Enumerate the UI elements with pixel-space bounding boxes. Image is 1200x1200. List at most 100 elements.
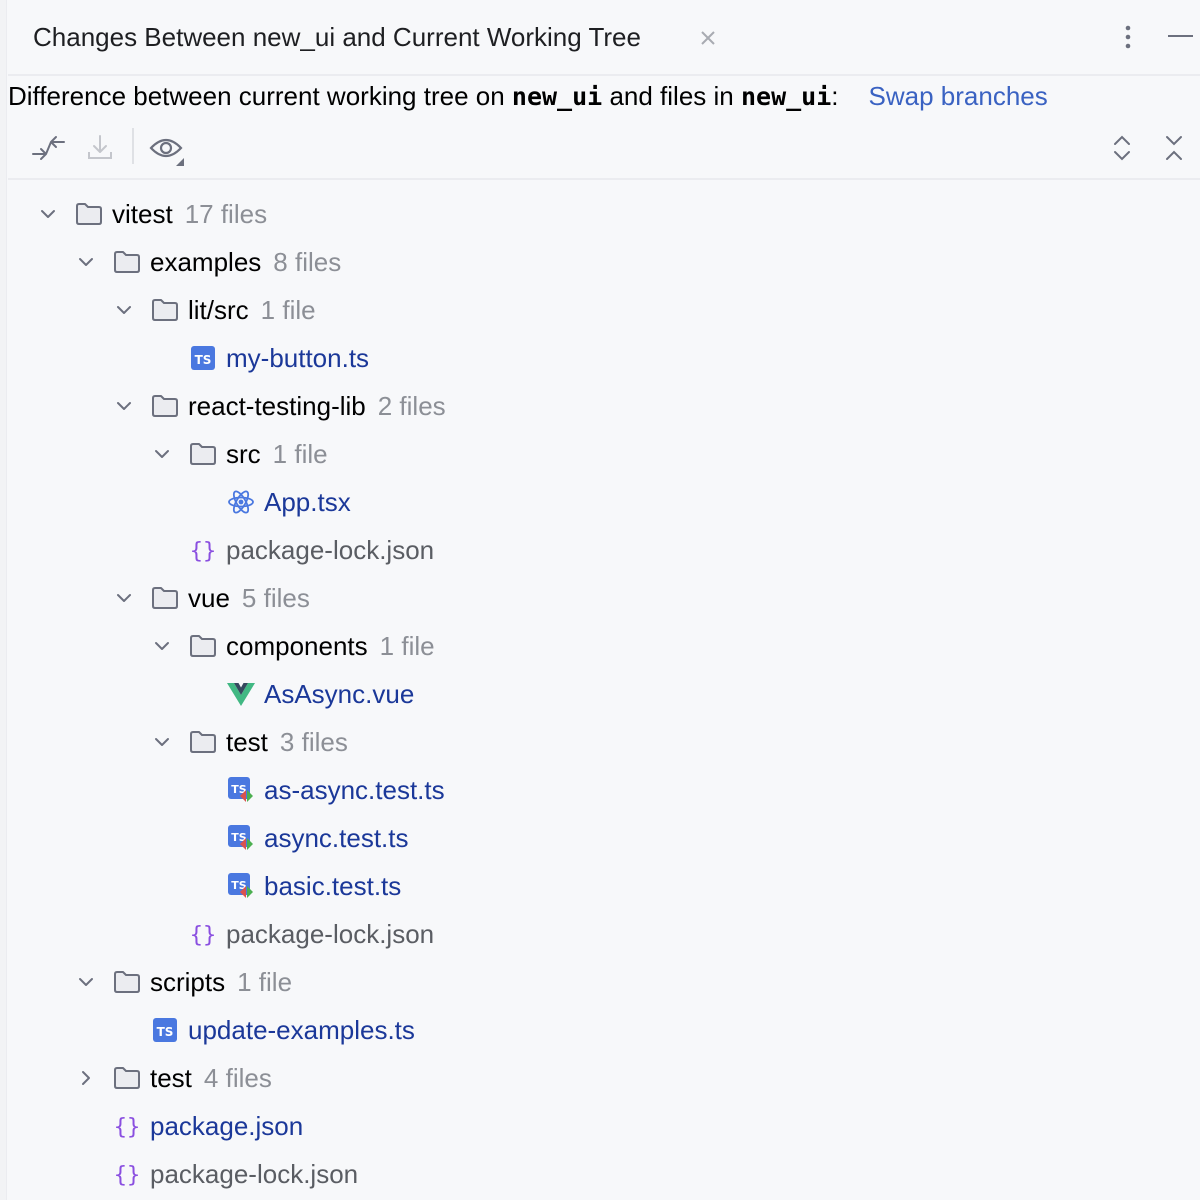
folder-name: src — [226, 438, 261, 469]
folder-name: test — [150, 1062, 192, 1093]
folder-icon — [150, 296, 180, 324]
file-name: App.tsx — [264, 486, 351, 517]
tree-folder-row[interactable]: src 1 file — [150, 430, 328, 478]
typescript-file-icon: TS — [150, 1016, 180, 1044]
chevron-down-icon[interactable] — [150, 730, 174, 754]
tree-file-row[interactable]: {} package-lock.json — [74, 1150, 358, 1198]
chevron-down-icon[interactable] — [74, 970, 98, 994]
tree-file-row[interactable]: TS update-examples.ts — [112, 1006, 415, 1054]
folder-name: examples — [150, 246, 262, 277]
collapse-all-icon[interactable] — [1154, 128, 1194, 168]
typescript-file-icon: TS — [188, 344, 218, 372]
file-name: basic.test.ts — [264, 870, 402, 901]
folder-name: scripts — [150, 966, 226, 997]
file-name: my-button.ts — [226, 342, 370, 373]
svg-text:{}: {} — [190, 539, 217, 564]
compare-arrows-icon[interactable] — [28, 128, 68, 168]
typescript-test-file-icon: TS — [226, 872, 256, 900]
typescript-test-file-icon: TS — [226, 824, 256, 852]
folder-icon — [112, 1064, 142, 1092]
svg-text:{}: {} — [114, 1163, 141, 1188]
toolbar-separator — [132, 128, 134, 164]
chevron-right-icon[interactable] — [74, 1066, 98, 1090]
toolbar — [8, 120, 1200, 180]
tree-folder-row[interactable]: test 3 files — [150, 718, 348, 766]
folder-icon — [112, 248, 142, 276]
chevron-down-icon[interactable] — [112, 298, 136, 322]
file-name: update-examples.ts — [188, 1014, 415, 1045]
folder-icon — [150, 392, 180, 420]
file-count: 4 files — [203, 1062, 272, 1093]
folder-icon — [112, 968, 142, 996]
svg-text:{}: {} — [114, 1115, 141, 1140]
file-name: as-async.test.ts — [264, 774, 445, 805]
tree-folder-row[interactable]: vitest 17 files — [36, 190, 267, 238]
tree-file-row[interactable]: TS basic.test.ts — [188, 862, 401, 910]
file-count: 17 files — [184, 198, 268, 229]
close-icon[interactable] — [696, 26, 720, 50]
tree-file-row[interactable]: TS async.test.ts — [188, 814, 409, 862]
tree-file-row[interactable]: {} package.json — [74, 1102, 303, 1150]
tree-file-row[interactable]: {} package-lock.json — [150, 910, 434, 958]
description-middle: and files in — [602, 81, 741, 111]
folder-icon — [188, 440, 218, 468]
file-count: 1 file — [260, 294, 316, 325]
svg-text:TS: TS — [195, 353, 212, 367]
eye-view-options-icon[interactable] — [146, 128, 186, 168]
file-count: 1 file — [237, 966, 293, 997]
folder-name: react-testing-lib — [188, 390, 366, 421]
tree-folder-row[interactable]: test 4 files — [74, 1054, 272, 1102]
file-name: package-lock.json — [226, 534, 435, 565]
file-count: 5 files — [241, 582, 310, 613]
chevron-down-icon[interactable] — [36, 202, 60, 226]
expand-all-icon[interactable] — [1102, 128, 1142, 168]
svg-text:{}: {} — [190, 923, 217, 948]
chevron-down-icon[interactable] — [150, 634, 174, 658]
comparison-description: Difference between current working tree … — [8, 81, 1048, 112]
folder-icon — [188, 632, 218, 660]
chevron-down-icon[interactable] — [112, 394, 136, 418]
tool-window-header: Changes Between new_ui and Current Worki… — [8, 0, 1200, 76]
chevron-down-icon[interactable] — [112, 586, 136, 610]
file-count: 1 file — [272, 438, 328, 469]
tree-folder-row[interactable]: examples 8 files — [74, 238, 341, 286]
file-name: AsAsync.vue — [264, 678, 415, 709]
download-icon[interactable] — [80, 128, 120, 168]
json-file-icon: {} — [112, 1112, 142, 1140]
chevron-down-icon[interactable] — [74, 250, 98, 274]
typescript-test-file-icon: TS — [226, 776, 256, 804]
tree-file-row[interactable]: {} package-lock.json — [150, 526, 434, 574]
file-count: 3 files — [279, 726, 348, 757]
tree-folder-row[interactable]: react-testing-lib 2 files — [112, 382, 446, 430]
folder-name: components — [226, 630, 368, 661]
tree-file-row[interactable]: TS my-button.ts — [150, 334, 369, 382]
tree-file-row[interactable]: AsAsync.vue — [188, 670, 414, 718]
file-name: async.test.ts — [264, 822, 409, 853]
file-count: 8 files — [273, 246, 342, 277]
file-name: package-lock.json — [226, 918, 435, 949]
file-count: 2 files — [377, 390, 446, 421]
tree-folder-row[interactable]: scripts 1 file — [74, 958, 292, 1006]
tree-folder-row[interactable]: lit/src 1 file — [112, 286, 316, 334]
tree-folder-row[interactable]: components 1 file — [150, 622, 435, 670]
svg-text:TS: TS — [157, 1025, 174, 1039]
tab-title[interactable]: Changes Between new_ui and Current Worki… — [33, 22, 641, 53]
file-name: package-lock.json — [150, 1158, 359, 1189]
folder-name: vitest — [112, 198, 173, 229]
minimize-icon[interactable] — [1164, 22, 1196, 52]
swap-branches-link[interactable]: Swap branches — [869, 81, 1048, 111]
tree-file-row[interactable]: TS as-async.test.ts — [188, 766, 445, 814]
folder-icon — [150, 584, 180, 612]
folder-icon — [188, 728, 218, 756]
folder-icon — [74, 200, 104, 228]
file-count: 1 file — [379, 630, 435, 661]
tree-file-row[interactable]: App.tsx — [188, 478, 351, 526]
description-suffix: : — [831, 81, 839, 111]
folder-name: test — [226, 726, 268, 757]
tree-folder-row[interactable]: vue 5 files — [112, 574, 310, 622]
json-file-icon: {} — [188, 536, 218, 564]
json-file-icon: {} — [188, 920, 218, 948]
more-vertical-icon[interactable] — [1116, 22, 1140, 52]
left-edge-border — [0, 0, 7, 1200]
chevron-down-icon[interactable] — [150, 442, 174, 466]
